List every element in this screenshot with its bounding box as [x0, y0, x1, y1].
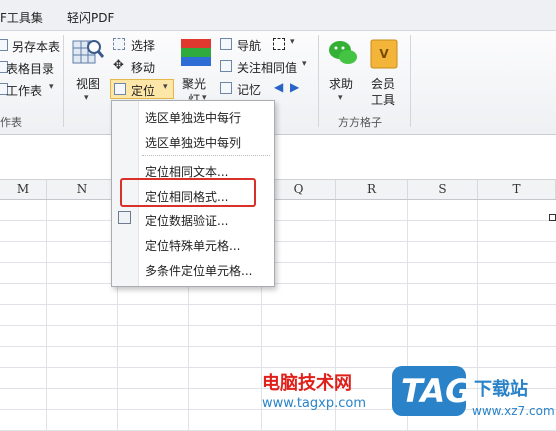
svg-text:V: V: [379, 47, 389, 61]
group-divider: [410, 35, 411, 127]
tab-tools[interactable]: F工具集: [0, 9, 43, 26]
column-header-r[interactable]: R: [336, 180, 408, 199]
menu-separator: [142, 155, 270, 156]
member-tools-label-2: 工具: [371, 93, 396, 107]
grid-line: [46, 200, 47, 431]
wechat-icon: [329, 41, 357, 64]
formula-bar-area[interactable]: [0, 135, 556, 180]
locate-label: 定位: [131, 84, 156, 98]
view-label: 视图: [76, 77, 101, 91]
spotlight-icon: [181, 39, 211, 66]
save-icon: [0, 39, 8, 51]
view-icon: [72, 40, 104, 64]
spotlight-label: 聚光: [182, 77, 207, 91]
column-header-n[interactable]: N: [47, 180, 118, 199]
member-icon: V: [370, 39, 398, 69]
move-icon: ✥: [113, 58, 124, 73]
locate-button[interactable]: 定位 ▾: [110, 79, 174, 99]
highlight-box: [120, 178, 256, 207]
select-label: 选择: [131, 39, 156, 53]
navigate-icon: [220, 38, 232, 50]
navigate-label: 导航: [237, 39, 262, 53]
watermark-site-name: 电脑技术网: [262, 373, 352, 394]
select-icon: [113, 38, 125, 50]
tab-strip: F工具集 轻闪PDF: [0, 0, 556, 31]
watermark-site2: 下载站: [474, 379, 528, 400]
navigate-button[interactable]: 导航 ▾: [220, 37, 310, 53]
chevron-down-icon: ▾: [163, 82, 168, 92]
move-label: 移动: [131, 61, 156, 75]
follow-same-value-label: 关注相同值: [237, 61, 298, 75]
chevron-down-icon: ▾: [290, 37, 295, 47]
column-header-t[interactable]: T: [478, 180, 556, 199]
arrow-right-icon[interactable]: ▶: [290, 80, 299, 94]
menu-item-locate-data-validation[interactable]: 定位数据验证...: [145, 212, 228, 229]
tab-pdf[interactable]: 轻闪PDF: [67, 9, 114, 26]
chevron-down-icon: ▾: [338, 93, 343, 103]
watermark: 电脑技术网 www.tagxp.com TAG 下载站 www.xz7.com: [262, 366, 556, 431]
memory-label: 记忆: [237, 83, 262, 97]
tag-logo: TAG: [392, 366, 471, 416]
move-button[interactable]: ✥ 移动: [113, 58, 163, 75]
table-directory-label: 表格目录: [6, 62, 55, 76]
column-header-s[interactable]: S: [408, 180, 478, 199]
crosshair-icon: [273, 38, 285, 50]
memory-button[interactable]: 记忆 ◀ ▶: [220, 80, 310, 97]
watermark-url: www.tagxp.com: [262, 396, 366, 411]
chevron-down-icon: ▾: [84, 93, 89, 103]
memory-icon: [220, 82, 232, 94]
worksheet-button[interactable]: 工作表 ▾: [0, 82, 64, 98]
table-directory-button[interactable]: 表格目录: [0, 60, 64, 76]
menu-item-select-each-row[interactable]: 选区单独选中每行: [145, 109, 241, 126]
menu-item-select-each-column[interactable]: 选区单独选中每列: [145, 134, 241, 151]
help-label: 求助: [329, 77, 354, 91]
worksheet-label: 工作表: [6, 84, 43, 98]
fangfang-group-label: 方方格子: [338, 116, 382, 129]
follow-icon: [220, 60, 232, 72]
tag-logo-text: TAG: [401, 372, 472, 410]
spotlight-button[interactable]: 聚光 灯 ▾: [178, 35, 214, 107]
view-button[interactable]: 视图 ▾: [70, 35, 106, 107]
help-button[interactable]: 求助 ▾: [326, 35, 360, 107]
member-tools-label: 会员: [371, 77, 396, 91]
chevron-down-icon: ▾: [49, 82, 54, 92]
save-as-table-label: 另存本表: [12, 40, 61, 54]
worksheet-group-label: 作表: [0, 116, 22, 129]
save-as-table-button[interactable]: 另存本表: [0, 38, 64, 54]
menu-item-multi-condition-locate[interactable]: 多条件定位单元格...: [145, 262, 252, 279]
locate-icon: [114, 83, 126, 95]
column-header-m[interactable]: M: [0, 180, 47, 199]
select-button[interactable]: 选择: [113, 37, 163, 53]
group-divider: [318, 35, 319, 127]
group-divider: [63, 35, 64, 127]
column-headers: M N O P Q R S T: [0, 180, 556, 200]
watermark-url2: www.xz7.com: [472, 404, 555, 418]
arrow-left-icon[interactable]: ◀: [274, 80, 283, 94]
data-validation-icon: [118, 211, 131, 224]
fill-handle[interactable]: [549, 214, 556, 221]
follow-same-value-button[interactable]: 关注相同值 ▾: [220, 59, 316, 75]
ribbon: 另存本表 表格目录 工作表 ▾ 作表 视图 ▾ 选择 ✥ 移动 定位 ▾ 聚光 …: [0, 31, 556, 135]
menu-item-locate-special-cells[interactable]: 定位特殊单元格...: [145, 237, 240, 254]
chevron-down-icon: ▾: [302, 59, 307, 69]
member-tools-button[interactable]: V 会员 工具: [367, 35, 401, 107]
